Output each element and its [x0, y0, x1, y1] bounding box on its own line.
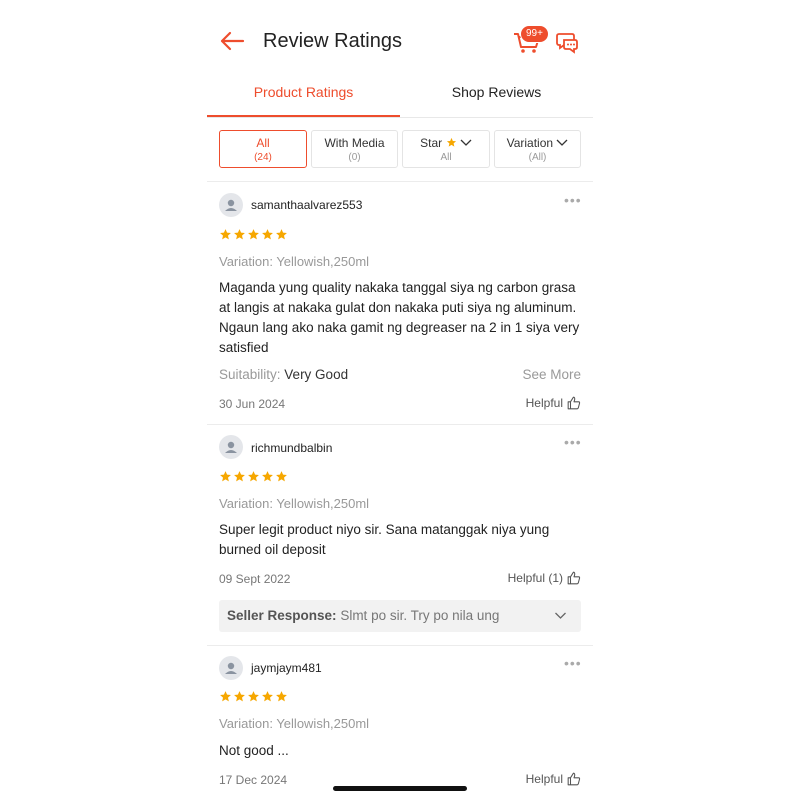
suitability-label: Suitability: [219, 367, 281, 382]
star-icon [262, 229, 273, 240]
helpful-label: Helpful [525, 772, 563, 786]
chevron-down-icon [460, 139, 472, 146]
filter-with-media[interactable]: With Media (0) [311, 130, 398, 168]
filter-star-label: Star [420, 136, 443, 150]
seller-response-text: Slmt po sir. Try po nila ung [340, 608, 500, 623]
star-rating [219, 690, 289, 708]
divider [207, 645, 593, 646]
divider [207, 181, 593, 182]
filter-star[interactable]: Star All [402, 130, 490, 168]
star-icon [248, 691, 259, 702]
suitability: Suitability: Very Good [219, 367, 348, 382]
suitability-value: Very Good [284, 367, 349, 382]
helpful-button[interactable]: Helpful [526, 772, 581, 786]
star-rating [219, 228, 289, 246]
variation-text: Variation: Yellowish,250ml [219, 254, 370, 269]
star-icon [276, 471, 287, 482]
chat-icon[interactable] [555, 30, 581, 54]
more-options-icon[interactable]: ••• [564, 434, 582, 450]
review-body: Not good ... [219, 743, 289, 758]
filter-with-media-label: With Media [324, 136, 385, 150]
chevron-down-icon [555, 612, 566, 619]
star-icon [446, 137, 456, 147]
thumbs-up-icon [567, 571, 581, 585]
star-icon [262, 471, 273, 482]
back-arrow-icon[interactable] [219, 30, 245, 52]
review-body: Super legit product niyo sir. Sana matan… [219, 522, 550, 557]
helpful-label: Helpful (1) [507, 571, 563, 585]
tab-shop-reviews[interactable]: Shop Reviews [400, 84, 593, 100]
filter-all[interactable]: All (24) [219, 130, 307, 168]
star-rating [219, 470, 289, 488]
review-ratings-screen: Review Ratings 99+ Product Ratings Shop … [207, 0, 593, 800]
helpful-button[interactable]: Helpful (1) [508, 571, 581, 585]
filter-variation-value: (All) [528, 152, 547, 163]
star-icon [220, 229, 231, 240]
star-icon [276, 229, 287, 240]
reviewer-name: jaymjaym481 [251, 661, 322, 675]
review-date: 17 Dec 2024 [219, 773, 288, 787]
filter-variation-label: Variation [506, 136, 554, 150]
star-icon [234, 229, 245, 240]
thumbs-up-icon [567, 396, 581, 410]
chevron-down-icon [556, 139, 568, 146]
avatar [219, 193, 243, 217]
star-icon [276, 691, 287, 702]
review-body: Maganda yung quality nakaka tanggal siya… [219, 280, 580, 355]
seller-response[interactable]: Seller Response: Slmt po sir. Try po nil… [219, 600, 581, 632]
star-icon [248, 229, 259, 240]
home-indicator[interactable] [333, 786, 467, 791]
star-icon [248, 471, 259, 482]
star-icon [220, 471, 231, 482]
star-icon [220, 691, 231, 702]
filter-all-label: All [256, 136, 270, 150]
review-date: 09 Sept 2022 [219, 572, 291, 586]
cart-count-badge: 99+ [520, 25, 549, 43]
thumbs-up-icon [567, 772, 581, 786]
filter-variation[interactable]: Variation (All) [494, 130, 581, 168]
variation-text: Variation: Yellowish,250ml [219, 496, 370, 511]
filter-star-value: All [440, 152, 452, 163]
tab-product-ratings[interactable]: Product Ratings [207, 84, 400, 100]
star-icon [234, 471, 245, 482]
star-icon [234, 691, 245, 702]
avatar [219, 435, 243, 459]
divider [207, 424, 593, 425]
filter-with-media-count: (0) [348, 152, 361, 163]
filter-all-count: (24) [254, 152, 272, 163]
variation-text: Variation: Yellowish,250ml [219, 716, 370, 731]
reviewer-name: richmundbalbin [251, 441, 333, 455]
review-date: 30 Jun 2024 [219, 397, 286, 411]
page-title: Review Ratings [263, 30, 402, 52]
reviewer-name: samanthaalvarez553 [251, 198, 363, 212]
tab-divider [207, 117, 593, 118]
avatar [219, 656, 243, 680]
see-more-link[interactable]: See More [522, 367, 581, 382]
helpful-button[interactable]: Helpful [526, 396, 581, 410]
seller-response-label: Seller Response: [227, 608, 337, 623]
more-options-icon[interactable]: ••• [564, 655, 582, 671]
star-icon [262, 691, 273, 702]
helpful-label: Helpful [525, 396, 563, 410]
more-options-icon[interactable]: ••• [564, 192, 582, 208]
